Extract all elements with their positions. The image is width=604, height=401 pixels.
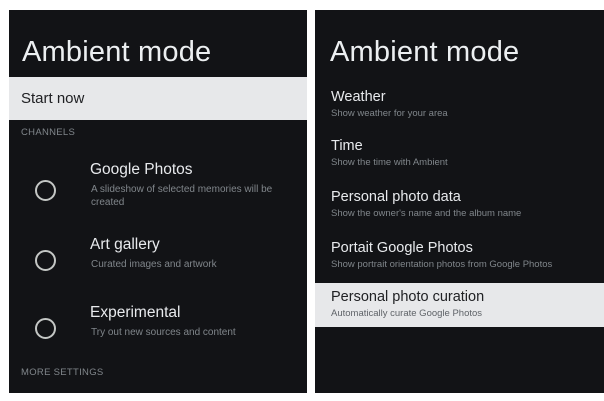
channel-title: Google Photos <box>90 161 193 178</box>
channel-subtitle: Try out new sources and content <box>91 327 236 338</box>
setting-subtitle: Show the time with Ambient <box>331 157 448 168</box>
channel-subtitle: Curated images and artwork <box>91 259 217 270</box>
setting-time[interactable]: Time Show the time with Ambient <box>315 134 604 178</box>
channel-subtitle: A slideshow of selected memories will be… <box>91 184 273 208</box>
page-title: Ambient mode <box>330 36 520 68</box>
channels-section-header: CHANNELS <box>21 127 76 138</box>
setting-portrait-google-photos[interactable]: Portait Google Photos Show portrait orie… <box>315 236 604 280</box>
setting-weather[interactable]: Weather Show weather for your area <box>315 85 604 129</box>
channel-experimental[interactable]: Experimental Try out new sources and con… <box>9 300 307 362</box>
setting-title: Time <box>331 138 363 154</box>
ambient-mode-settings-panel: Ambient mode Weather Show weather for yo… <box>315 10 604 393</box>
setting-personal-photo-data[interactable]: Personal photo data Show the owner's nam… <box>315 185 604 229</box>
radio-button-icon[interactable] <box>35 180 56 201</box>
setting-subtitle: Show the owner's name and the album name <box>331 208 522 219</box>
setting-personal-photo-curation[interactable]: Personal photo curation Automatically cu… <box>315 283 604 327</box>
channel-title: Experimental <box>90 304 181 321</box>
setting-title: Weather <box>331 89 386 105</box>
setting-subtitle: Show portrait orientation photos from Go… <box>331 259 553 270</box>
channel-google-photos[interactable]: Google Photos A slideshow of selected me… <box>9 156 307 218</box>
setting-subtitle: Automatically curate Google Photos <box>331 308 483 319</box>
setting-title: Portait Google Photos <box>331 240 473 256</box>
setting-subtitle: Show weather for your area <box>331 108 448 119</box>
channel-title: Art gallery <box>90 236 160 253</box>
setting-title: Personal photo data <box>331 189 461 205</box>
page-title: Ambient mode <box>22 36 212 68</box>
start-now-label: Start now <box>21 90 85 107</box>
more-settings-section-header: MORE SETTINGS <box>21 367 104 378</box>
setting-title: Personal photo curation <box>331 289 485 305</box>
radio-button-icon[interactable] <box>35 318 56 339</box>
channel-art-gallery[interactable]: Art gallery Curated images and artwork <box>9 232 307 294</box>
radio-button-icon[interactable] <box>35 250 56 271</box>
ambient-mode-channels-panel: Ambient mode Start now CHANNELS Google P… <box>9 10 307 393</box>
start-now-button[interactable]: Start now <box>9 77 307 120</box>
